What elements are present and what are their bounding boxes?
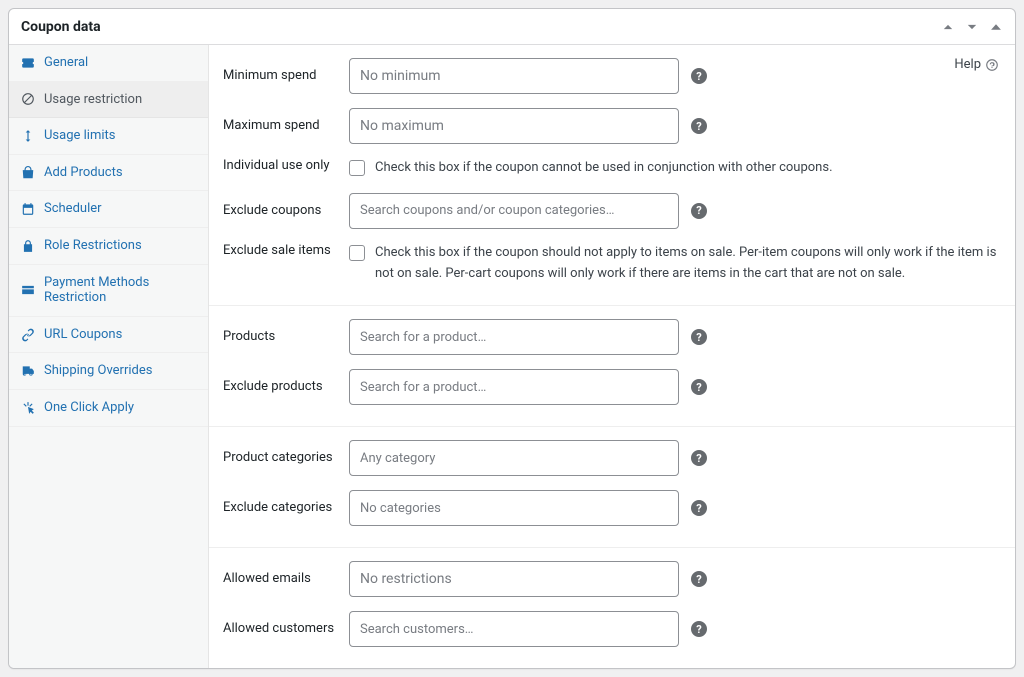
help-tooltip-icon[interactable]: ?	[691, 329, 707, 345]
exclude-sale-description: Check this box if the coupon should not …	[375, 243, 1001, 285]
exclude-sale-label: Exclude sale items	[223, 243, 349, 258]
exclude-products-placeholder: Search for a product…	[360, 380, 486, 395]
tab-label: One Click Apply	[44, 400, 134, 416]
allowed-customers-placeholder: Search customers…	[360, 622, 473, 637]
individual-use-checkbox[interactable]	[349, 160, 365, 176]
exclude-categories-select[interactable]: No categories	[349, 490, 679, 526]
exclude-categories-label: Exclude categories	[223, 490, 349, 515]
tab-scheduler[interactable]: Scheduler	[9, 191, 208, 228]
allowed-customers-select[interactable]: Search customers…	[349, 611, 679, 647]
exclude-products-label: Exclude products	[223, 369, 349, 394]
exclude-sale-checkbox[interactable]	[349, 245, 365, 261]
help-label: Help	[954, 57, 981, 72]
panel-title: Coupon data	[21, 19, 101, 35]
exclude-products-select[interactable]: Search for a product…	[349, 369, 679, 405]
coupon-data-panel: Coupon data General Usage restriction Us…	[8, 8, 1016, 669]
usage-restriction-panel: Help Minimum spend ? Maximum spend ?	[209, 45, 1015, 668]
help-tooltip-icon[interactable]: ?	[691, 203, 707, 219]
help-tooltip-icon[interactable]: ?	[691, 68, 707, 84]
products-select[interactable]: Search for a product…	[349, 319, 679, 355]
help-icon	[985, 58, 999, 72]
product-categories-label: Product categories	[223, 440, 349, 465]
pointer-icon	[21, 401, 35, 415]
individual-use-description: Check this box if the coupon cannot be u…	[375, 158, 833, 179]
help-tooltip-icon[interactable]: ?	[691, 571, 707, 587]
allowed-emails-label: Allowed emails	[223, 561, 349, 586]
tab-add-products[interactable]: Add Products	[9, 155, 208, 192]
max-spend-input[interactable]	[349, 108, 679, 144]
tab-label: URL Coupons	[44, 327, 122, 343]
block-icon	[21, 92, 35, 106]
individual-use-label: Individual use only	[223, 158, 349, 173]
min-spend-input[interactable]	[349, 58, 679, 94]
tab-label: Shipping Overrides	[44, 363, 152, 379]
card-icon	[21, 283, 35, 297]
move-down-icon[interactable]	[965, 20, 979, 34]
panel-header: Coupon data	[9, 9, 1015, 45]
tab-label: Usage limits	[44, 128, 115, 144]
tab-usage-restriction[interactable]: Usage restriction	[9, 82, 208, 119]
calendar-icon	[21, 202, 35, 216]
ticket-icon	[21, 56, 35, 70]
link-icon	[21, 328, 35, 342]
tab-label: Scheduler	[44, 201, 102, 217]
allowed-emails-input[interactable]	[349, 561, 679, 597]
exclude-coupons-placeholder: Search coupons and/or coupon categories…	[360, 203, 614, 218]
collapse-toggle-icon[interactable]	[989, 20, 1003, 34]
move-up-icon[interactable]	[941, 20, 955, 34]
tab-general[interactable]: General	[9, 45, 208, 82]
sidebar-tabs: General Usage restriction Usage limits A…	[9, 45, 209, 668]
products-label: Products	[223, 319, 349, 344]
exclude-coupons-label: Exclude coupons	[223, 193, 349, 218]
allowed-customers-label: Allowed customers	[223, 611, 349, 636]
tab-label: Add Products	[44, 165, 123, 181]
arrows-vertical-icon	[21, 129, 35, 143]
help-tooltip-icon[interactable]: ?	[691, 500, 707, 516]
product-categories-select[interactable]: Any category	[349, 440, 679, 476]
tab-url-coupons[interactable]: URL Coupons	[9, 317, 208, 354]
tab-label: Payment Methods Restriction	[44, 275, 196, 306]
min-spend-label: Minimum spend	[223, 58, 349, 83]
panel-controls	[941, 20, 1003, 34]
tab-one-click-apply[interactable]: One Click Apply	[9, 390, 208, 427]
product-categories-placeholder: Any category	[360, 451, 435, 466]
help-tooltip-icon[interactable]: ?	[691, 450, 707, 466]
tab-label: Role Restrictions	[44, 238, 142, 254]
help-button[interactable]: Help	[954, 57, 999, 72]
truck-icon	[21, 364, 35, 378]
lock-icon	[21, 239, 35, 253]
tab-label: Usage restriction	[44, 92, 142, 108]
tab-shipping-overrides[interactable]: Shipping Overrides	[9, 353, 208, 390]
exclude-coupons-select[interactable]: Search coupons and/or coupon categories…	[349, 193, 679, 229]
tab-label: General	[44, 55, 88, 71]
help-tooltip-icon[interactable]: ?	[691, 118, 707, 134]
help-tooltip-icon[interactable]: ?	[691, 621, 707, 637]
tab-role-restrictions[interactable]: Role Restrictions	[9, 228, 208, 265]
max-spend-label: Maximum spend	[223, 108, 349, 133]
exclude-categories-placeholder: No categories	[360, 501, 441, 516]
tab-usage-limits[interactable]: Usage limits	[9, 118, 208, 155]
products-placeholder: Search for a product…	[360, 330, 486, 345]
tab-payment-methods-restriction[interactable]: Payment Methods Restriction	[9, 265, 208, 317]
bag-icon	[21, 166, 35, 180]
help-tooltip-icon[interactable]: ?	[691, 379, 707, 395]
